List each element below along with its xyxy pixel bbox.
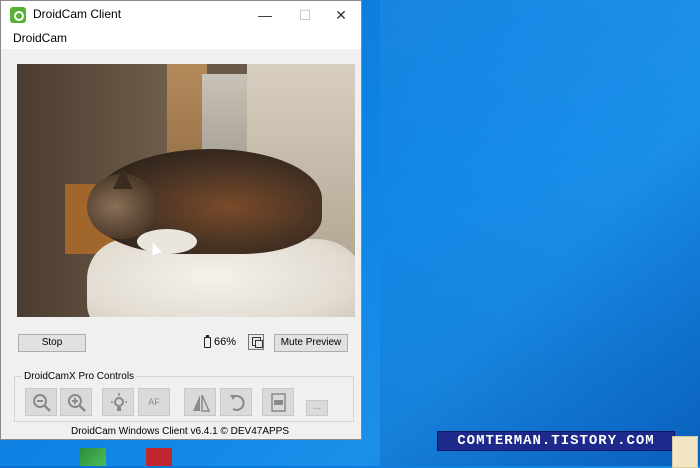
desktop-icon-acrobat[interactable] [146,448,172,466]
battery-icon [204,335,211,348]
close-button[interactable]: ✕ [321,1,361,29]
mute-preview-button[interactable]: Mute Preview [274,334,348,352]
rotate-icon[interactable] [220,388,252,416]
copy-icon[interactable] [248,334,264,350]
desktop-icon-document[interactable] [672,436,698,468]
jpeg-icon[interactable] [262,388,294,416]
desktop-background [380,0,700,466]
battery-level: 66% [214,336,237,348]
title-bar[interactable]: DroidCam Client — ☐ ✕ [1,1,361,29]
preview-cat-ear [113,169,133,189]
more-button[interactable]: ... [306,400,328,416]
autofocus-button[interactable]: AF [138,388,170,416]
window-title: DroidCam Client [33,7,122,21]
zoom-in-icon[interactable] [60,388,92,416]
menu-item-droidcam[interactable]: DroidCam [13,31,67,45]
mirror-icon[interactable] [184,388,216,416]
flash-icon[interactable] [102,388,134,416]
zoom-out-icon[interactable] [25,388,57,416]
pro-controls-label: DroidCamX Pro Controls [22,371,137,382]
camera-preview [17,64,355,317]
minimize-button[interactable]: — [245,1,285,29]
watermark: COMTERMAN.TISTORY.COM [438,432,674,450]
menu-bar: DroidCam [1,29,361,49]
desktop-icon-green[interactable] [80,448,106,466]
preview-cat-chest [137,229,197,254]
stop-button[interactable]: Stop [18,334,86,352]
droidcam-app-icon [10,7,26,23]
maximize-button[interactable]: ☐ [285,1,325,29]
footer-version: DroidCam Windows Client v6.4.1 © DEV47AP… [70,426,289,437]
